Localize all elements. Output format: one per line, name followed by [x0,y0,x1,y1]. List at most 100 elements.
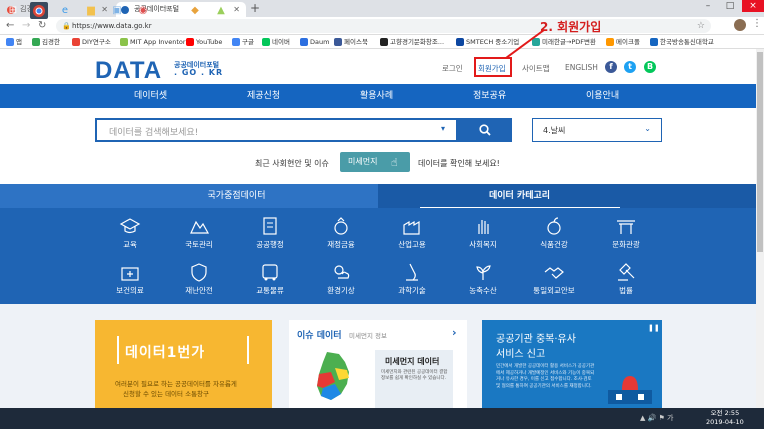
chrome-taskbar-icon[interactable] [30,2,48,19]
category-label: 교통물류 [256,286,284,295]
bookmark-item[interactable]: 고향경기문화창조... [380,37,444,47]
bookmark-item[interactable]: Daum [300,37,329,47]
category-food-health[interactable]: 식품건강 [524,216,584,250]
issue-prefix: 최근 사회현안 및 이슈 [255,159,329,168]
category-industry[interactable]: 산업고용 [382,216,442,250]
tab-national-key-data[interactable]: 국가중점데이터 [95,184,378,208]
apple-icon [547,217,561,235]
issue-finedust-button[interactable]: 미세먼지 [340,152,410,172]
category-label: 통일외교안보 [533,286,575,295]
category-law[interactable]: 법률 [596,262,656,296]
category-science[interactable]: 과학기술 [382,262,442,296]
annotation-arrow [505,29,545,59]
category-disaster-safety[interactable]: 재난안전 [169,262,229,296]
system-tray[interactable]: ▲ 🔊 ⚑ 가 [640,413,674,423]
bookmark-item[interactable]: 구글 [232,37,254,47]
microscope-icon [406,263,418,281]
page-scrollbar-thumb[interactable] [757,52,763,252]
category-welfare[interactable]: 사회복지 [453,216,513,250]
category-environment[interactable]: 환경기상 [311,262,371,296]
bookmark-star-icon[interactable]: ☆ [697,19,705,33]
site-logo[interactable]: DATA [95,57,162,85]
twitter-icon[interactable]: t [624,61,636,73]
medical-kit-icon [121,267,139,281]
issue-card-title: 이슈 데이터 [297,331,342,341]
nav-dataset[interactable]: 데이터셋 [134,84,167,108]
bookmark-apps[interactable]: 앱 [6,37,22,47]
report-card-title-1: 공공기관 중복·유사 [496,334,576,345]
windows-start-icon[interactable]: ⊞ [4,2,22,19]
finedust-box-desc: 미세먼지와 관련된 공공데이터 결합정보를 쉽게 확인하실 수 있습니다. [381,370,448,381]
back-icon[interactable]: ← [6,20,14,31]
taskbar-clock[interactable]: 오전 2:55 2019-04-10 [706,409,744,427]
taskbar-app-icon[interactable]: ◉ [134,2,152,19]
minimize-button[interactable]: – [698,0,718,12]
data-first-street-banner[interactable]: 데이터1번가 여러분이 필요로 하는 공공데이터를 자유롭게 신청할 수 있는 … [95,320,272,408]
main-navigation: 데이터셋 제공신청 활용사례 정보공유 이용안내 [0,84,764,108]
new-tab-button[interactable]: + [250,1,260,15]
maximize-button[interactable]: □ [720,0,740,12]
keyword-select[interactable]: 4.날씨 ⌄ [532,118,662,142]
bookmark-item[interactable]: MIT App Inventor [120,37,186,47]
nav-guide[interactable]: 이용안내 [586,84,619,108]
profile-avatar[interactable] [734,19,746,31]
tab-close-icon[interactable]: ✕ [233,2,240,17]
taskbar-app-icon[interactable]: ◆ [186,2,204,19]
bookmark-item[interactable]: 네이버 [262,37,290,47]
banner-desc-2: 신청할 수 있는 데이터 소통창구 [123,390,210,398]
facebook-icon[interactable]: f [605,61,617,73]
category-transport[interactable]: 교통물류 [240,262,300,296]
url-input[interactable]: 🔒 https://www.data.go.kr ☆ [56,19,711,33]
category-medical[interactable]: 보건의료 [100,262,160,296]
category-finance[interactable]: 재정금융 [311,216,371,250]
nav-request[interactable]: 제공신청 [247,84,280,108]
explorer-folder-icon[interactable]: ▆ [82,2,100,19]
tab-data-category[interactable]: 데이터 카테고리 [378,184,661,208]
category-culture-tourism[interactable]: 문화관광 [596,216,656,250]
blog-icon[interactable]: B [644,61,656,73]
category-public-admin[interactable]: 공공행정 [240,216,300,250]
category-agriculture[interactable]: 농축수산 [453,262,513,296]
nav-info-share[interactable]: 정보공유 [473,84,506,108]
pause-icon[interactable]: ❚❚ [648,324,660,332]
close-window-button[interactable]: × [742,0,764,12]
taskbar-app-icon[interactable]: ▣ [108,2,126,19]
hand-icon [478,220,489,234]
ie-taskbar-icon[interactable]: e [56,2,74,19]
land-icon [190,220,210,234]
category-land[interactable]: 국토관리 [169,216,229,250]
category-label: 교육 [123,240,137,249]
category-unification-diplomacy[interactable]: 통일외교안보 [524,262,584,296]
bookmark-item[interactable]: 페이스북 [334,37,368,47]
browser-menu-icon[interactable]: ⋮ [752,18,762,29]
sitemap-link[interactable]: 사이트맵 [522,63,550,74]
bookmark-item[interactable]: DIY연구소 [72,37,111,47]
bookmark-item[interactable]: 메이크폴 [606,37,640,47]
sun-cloud-icon [334,265,350,279]
chevron-down-icon: ⌄ [644,124,651,133]
bookmark-item[interactable]: 한국방송통신대학교 [650,37,714,47]
taskbar-app-icon[interactable]: ▲ [212,2,230,19]
sprout-icon [476,265,491,280]
chevron-right-icon[interactable]: › [452,326,457,339]
nav-usecase[interactable]: 활용사례 [360,84,393,108]
bookmark-item[interactable]: 김경한 [32,37,60,47]
url-text: https://www.data.go.kr [72,22,152,30]
taskbar-app-icon[interactable]: ✎ [160,2,178,19]
banner-desc-1: 여러분이 필요로 하는 공공데이터를 자유롭게 [115,380,237,388]
duplicate-service-report-card[interactable]: 공공기관 중복·유사 서비스 신고 민간에서 개발한 공공데이터 활용 서비스가… [482,320,662,408]
english-link[interactable]: ENGLISH [565,63,598,72]
login-link[interactable]: 로그인 [442,63,463,74]
bookmarks-bar: 앱 김경한 DIY연구소 MIT App Inventor YouTube 구글… [0,35,764,49]
search-dropdown-icon[interactable]: ▾ [441,124,445,133]
category-education[interactable]: 교육 [100,216,160,250]
forward-icon[interactable]: → [22,20,30,31]
bookmark-item[interactable]: YouTube [186,37,222,47]
search-input[interactable]: 데이터를 검색해보세요! ▾ [95,118,458,142]
reload-icon[interactable]: ↻ [38,20,46,31]
issue-data-card[interactable]: 이슈 데이터 미세먼지 정보 › 미세먼지 데이터 미세먼지와 관련된 공공데이… [289,320,467,408]
search-icon [479,124,491,136]
search-button[interactable] [458,118,512,142]
category-label: 공공행정 [256,240,284,249]
tab-close-icon[interactable]: ✕ [101,2,108,17]
